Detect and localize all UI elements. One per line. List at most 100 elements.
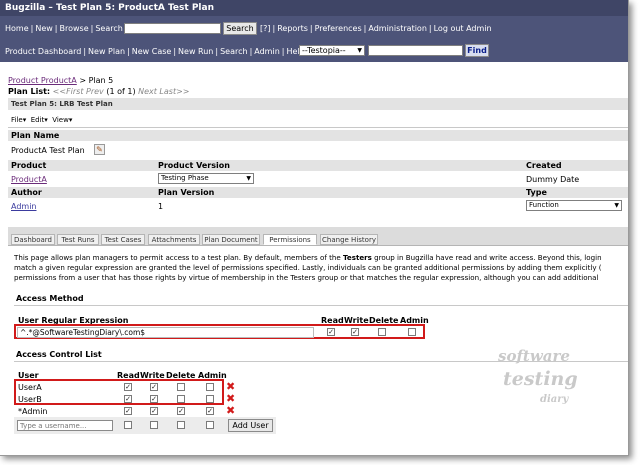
chevron-down-icon: ▼ bbox=[357, 47, 362, 54]
search-help-link[interactable]: [?] bbox=[260, 24, 271, 33]
nav-new-run-link[interactable]: New Run bbox=[178, 47, 213, 56]
acl-row-read-checkbox[interactable]: ✓ bbox=[124, 407, 132, 415]
file-menu[interactable]: File▾ bbox=[11, 116, 26, 124]
watermark-logo: testing bbox=[503, 368, 578, 390]
nav-new-case-link[interactable]: New Case bbox=[132, 47, 172, 56]
nav-product-dashboard-link[interactable]: Product Dashboard bbox=[5, 47, 81, 56]
watermark-logo: software bbox=[498, 347, 570, 365]
nav-search-link[interactable]: Search bbox=[220, 47, 247, 56]
next-last-link[interactable]: Next Last>> bbox=[138, 87, 189, 96]
tab-permissions[interactable]: Permissions bbox=[263, 234, 317, 245]
find-input[interactable] bbox=[368, 45, 463, 56]
author-label: Author bbox=[11, 188, 42, 197]
new-user-delete-checkbox[interactable] bbox=[177, 421, 185, 429]
acl-row-read-checkbox[interactable]: ✓ bbox=[124, 383, 132, 391]
nav-search-link[interactable]: Search bbox=[95, 24, 122, 33]
tab-divider bbox=[8, 245, 628, 246]
remove-user-icon[interactable]: ✖ bbox=[226, 381, 235, 392]
nav-browse-link[interactable]: Browse bbox=[59, 24, 88, 33]
am-read-checkbox[interactable]: ✓ bbox=[327, 328, 335, 336]
acl-row-write-checkbox[interactable]: ✓ bbox=[150, 395, 158, 403]
nav-preferences-link[interactable]: Preferences bbox=[315, 24, 362, 33]
acl-row-user: *Admin bbox=[18, 407, 48, 416]
breadcrumb-product-link[interactable]: Product ProductA bbox=[8, 76, 77, 85]
created-value: Dummy Date bbox=[526, 175, 580, 184]
acl-row-delete-checkbox[interactable]: ✓ bbox=[177, 407, 185, 415]
plan-version-value: 1 bbox=[158, 202, 164, 211]
nav-admin-link[interactable]: Admin bbox=[254, 47, 280, 56]
remove-user-icon[interactable]: ✖ bbox=[226, 393, 235, 404]
created-label: Created bbox=[526, 161, 562, 170]
chevron-down-icon: ▼ bbox=[614, 202, 619, 209]
tab-dashboard[interactable]: Dashboard bbox=[11, 234, 55, 245]
acl-highlight-box bbox=[14, 379, 224, 405]
divider bbox=[8, 127, 628, 128]
breadcrumb: Product ProductA > Plan 5 bbox=[8, 76, 114, 85]
plan-list-pager: Plan List: <<First Prev (1 of 1) Next La… bbox=[8, 87, 190, 96]
author-link[interactable]: Admin bbox=[11, 202, 37, 211]
divider bbox=[14, 305, 628, 306]
acl-row-read-checkbox[interactable]: ✓ bbox=[124, 395, 132, 403]
tab-plan-document[interactable]: Plan Document bbox=[202, 234, 260, 245]
watermark-logo: diary bbox=[540, 394, 569, 405]
username-input[interactable] bbox=[17, 420, 113, 431]
am-delete-checkbox[interactable] bbox=[378, 328, 386, 336]
plan-name-value: ProductA Test Plan bbox=[11, 146, 85, 155]
nav-new-link[interactable]: New bbox=[35, 24, 52, 33]
plan-version-label: Plan Version bbox=[158, 188, 215, 197]
acl-row-admin-checkbox[interactable] bbox=[206, 395, 214, 403]
pencil-icon[interactable]: ✎ bbox=[94, 144, 105, 155]
product-version-select[interactable]: Testing Phase ▼ bbox=[158, 173, 254, 184]
add-user-button[interactable]: Add User bbox=[228, 419, 273, 432]
acl-row-write-checkbox[interactable]: ✓ bbox=[150, 407, 158, 415]
plan-name-header-band bbox=[8, 130, 628, 141]
acl-row-admin-checkbox[interactable]: ✓ bbox=[206, 407, 214, 415]
regex-input[interactable]: ^.*@SoftwareTestingDiary\.com$ bbox=[17, 327, 314, 338]
am-admin-checkbox[interactable] bbox=[408, 328, 416, 336]
new-user-read-checkbox[interactable] bbox=[124, 421, 132, 429]
tab-test-cases[interactable]: Test Cases bbox=[101, 234, 145, 245]
main-nav-right: [?] | Reports | Preferences | Administration | L… bbox=[260, 24, 492, 33]
acl-row-write-checkbox[interactable]: ✓ bbox=[150, 383, 158, 391]
am-write-checkbox[interactable]: ✓ bbox=[351, 328, 359, 336]
nav-administration-link[interactable]: Administration bbox=[368, 24, 427, 33]
acl-row-admin-checkbox[interactable] bbox=[206, 383, 214, 391]
nav-new-plan-link[interactable]: New Plan bbox=[88, 47, 125, 56]
remove-user-icon[interactable]: ✖ bbox=[226, 405, 235, 416]
acl-row-delete-checkbox[interactable] bbox=[177, 395, 185, 403]
nav-reports-link[interactable]: Reports bbox=[277, 24, 308, 33]
plan-menubar: File▾ Edit▾ View▾ bbox=[11, 116, 72, 124]
type-select[interactable]: Function ▼ bbox=[526, 200, 622, 211]
product-label: Product bbox=[11, 161, 47, 170]
acl-row-user: UserA bbox=[18, 383, 42, 392]
testopia-nav: Product Dashboard | New Plan | New Case | New … bbox=[5, 47, 309, 56]
first-prev-link[interactable]: <<First Prev bbox=[53, 87, 104, 96]
search-button[interactable]: Search bbox=[223, 22, 257, 35]
tab-attachments[interactable]: Attachments bbox=[148, 234, 200, 245]
chevron-down-icon: ▼ bbox=[246, 175, 251, 182]
permissions-description: This page allows plan managers to permit… bbox=[14, 253, 602, 283]
view-menu[interactable]: View▾ bbox=[52, 116, 72, 124]
tab-change-history[interactable]: Change History bbox=[320, 234, 378, 245]
new-user-write-checkbox[interactable] bbox=[150, 421, 158, 429]
bugzilla-window: Bugzilla – Test Plan 5: ProductA Test Pl… bbox=[0, 0, 629, 456]
access-method-title: Access Method bbox=[16, 294, 84, 303]
testopia-select[interactable]: --Testopia-- ▼ bbox=[299, 45, 365, 56]
type-label: Type bbox=[526, 188, 547, 197]
new-user-admin-checkbox[interactable] bbox=[206, 421, 214, 429]
edit-menu[interactable]: Edit▾ bbox=[31, 116, 48, 124]
find-button[interactable]: Find bbox=[465, 44, 489, 57]
acl-title: Access Control List bbox=[16, 350, 102, 359]
acl-row-delete-checkbox[interactable] bbox=[177, 383, 185, 391]
window-title: Bugzilla – Test Plan 5: ProductA Test Pl… bbox=[0, 0, 628, 16]
section-header: Test Plan 5: LRB Test Plan bbox=[8, 98, 628, 110]
product-version-label: Product Version bbox=[158, 161, 230, 170]
plan-name-label: Plan Name bbox=[11, 131, 60, 140]
product-link[interactable]: ProductA bbox=[11, 175, 47, 184]
nav-logout-link[interactable]: Log out bbox=[434, 24, 464, 33]
tab-test-runs[interactable]: Test Runs bbox=[57, 234, 99, 245]
quick-search-input[interactable] bbox=[124, 23, 221, 34]
main-nav: Home | New | Browse | Search bbox=[5, 24, 123, 33]
nav-home-link[interactable]: Home bbox=[5, 24, 29, 33]
logged-in-user: Admin bbox=[466, 24, 492, 33]
